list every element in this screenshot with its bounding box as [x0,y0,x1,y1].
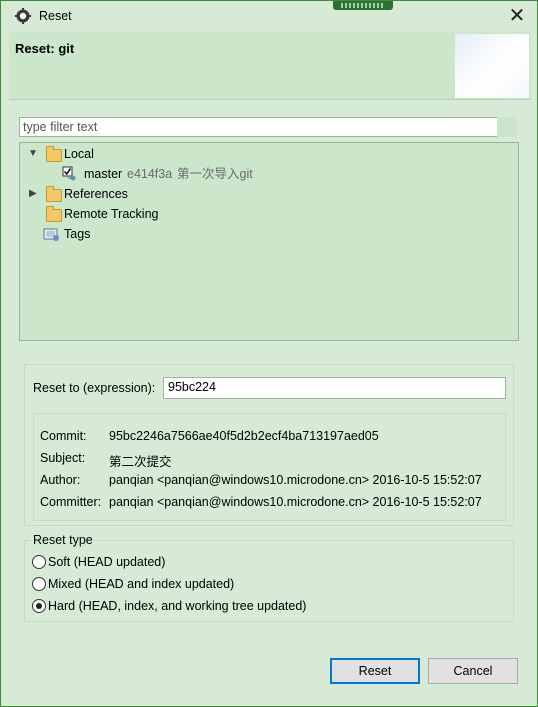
chevron-down-icon[interactable]: ▼ [28,144,38,164]
tree-node-references[interactable]: ▶ References [20,184,516,204]
radio-mixed-label[interactable]: Mixed (HEAD and index updated) [48,577,234,591]
folder-icon [46,186,62,202]
reset-expression-value: 95bc224 [168,380,216,394]
chevron-right-icon[interactable]: ▶ [29,184,37,204]
radio-soft-indicator[interactable] [32,555,46,569]
subject-label: Subject: [40,451,86,465]
reset-button[interactable]: Reset [330,658,420,684]
radio-mixed-indicator[interactable] [32,577,46,591]
tags-icon [43,228,59,241]
tree-label-remote-tracking: Remote Tracking [64,207,159,221]
filter-input[interactable]: type filter text [19,117,499,137]
tree-label-master: master [84,167,123,181]
title-bar[interactable]: Reset ✕ [1,1,537,32]
tree-node-local[interactable]: ▼ Local [20,144,516,164]
reset-expression-input[interactable]: 95bc224 [163,377,506,399]
close-icon: ✕ [508,5,526,27]
title-grip [333,1,393,10]
radio-hard-indicator[interactable] [32,599,46,613]
close-button[interactable]: ✕ [505,5,529,27]
author-label: Author: [40,473,81,487]
header-title: Reset: git [15,41,75,56]
master-commit-message: 第一次导入git [177,167,253,181]
cancel-button[interactable]: Cancel [428,658,518,684]
eclipse-gear-icon [15,8,31,24]
radio-hard-label[interactable]: Hard (HEAD, index, and working tree upda… [48,599,306,613]
filter-placeholder: type filter text [23,120,98,134]
radio-soft-label[interactable]: Soft (HEAD updated) [48,555,165,569]
tree-node-tags[interactable]: Tags [20,224,516,244]
commit-value: 95bc2246a7566ae40f5d2b2ecf4ba713197aed05 [109,429,379,443]
commit-label: Commit: [40,429,87,443]
ref-tree[interactable]: ▼ Local master e414f3a 第一次导入git ▶ Refere… [19,142,519,341]
tree-label-references: References [64,187,128,201]
subject-value: 第二次提交 [109,455,172,469]
wizard-banner-image [455,34,529,98]
master-hash: e414f3a [127,167,173,181]
folder-icon [46,206,62,222]
reset-type-legend: Reset type [31,533,95,547]
reset-to-label: Reset to (expression): [33,381,156,395]
committer-value: panqian <panqian@windows10.microdone.cn>… [109,495,482,509]
tree-node-remote-tracking[interactable]: Remote Tracking [20,204,516,224]
dialog-header: Reset: git [9,32,531,100]
window-title: Reset [39,9,72,23]
tree-node-master[interactable]: master e414f3a 第一次导入git [20,164,516,184]
tree-label-local: Local [64,147,94,161]
committer-label: Committer: [40,495,102,509]
branch-checked-icon [62,166,76,181]
folder-open-icon [46,146,62,162]
author-value: panqian <panqian@windows10.microdone.cn>… [109,473,482,487]
filter-clear-button[interactable] [497,117,517,137]
tree-label-tags: Tags [64,227,91,241]
